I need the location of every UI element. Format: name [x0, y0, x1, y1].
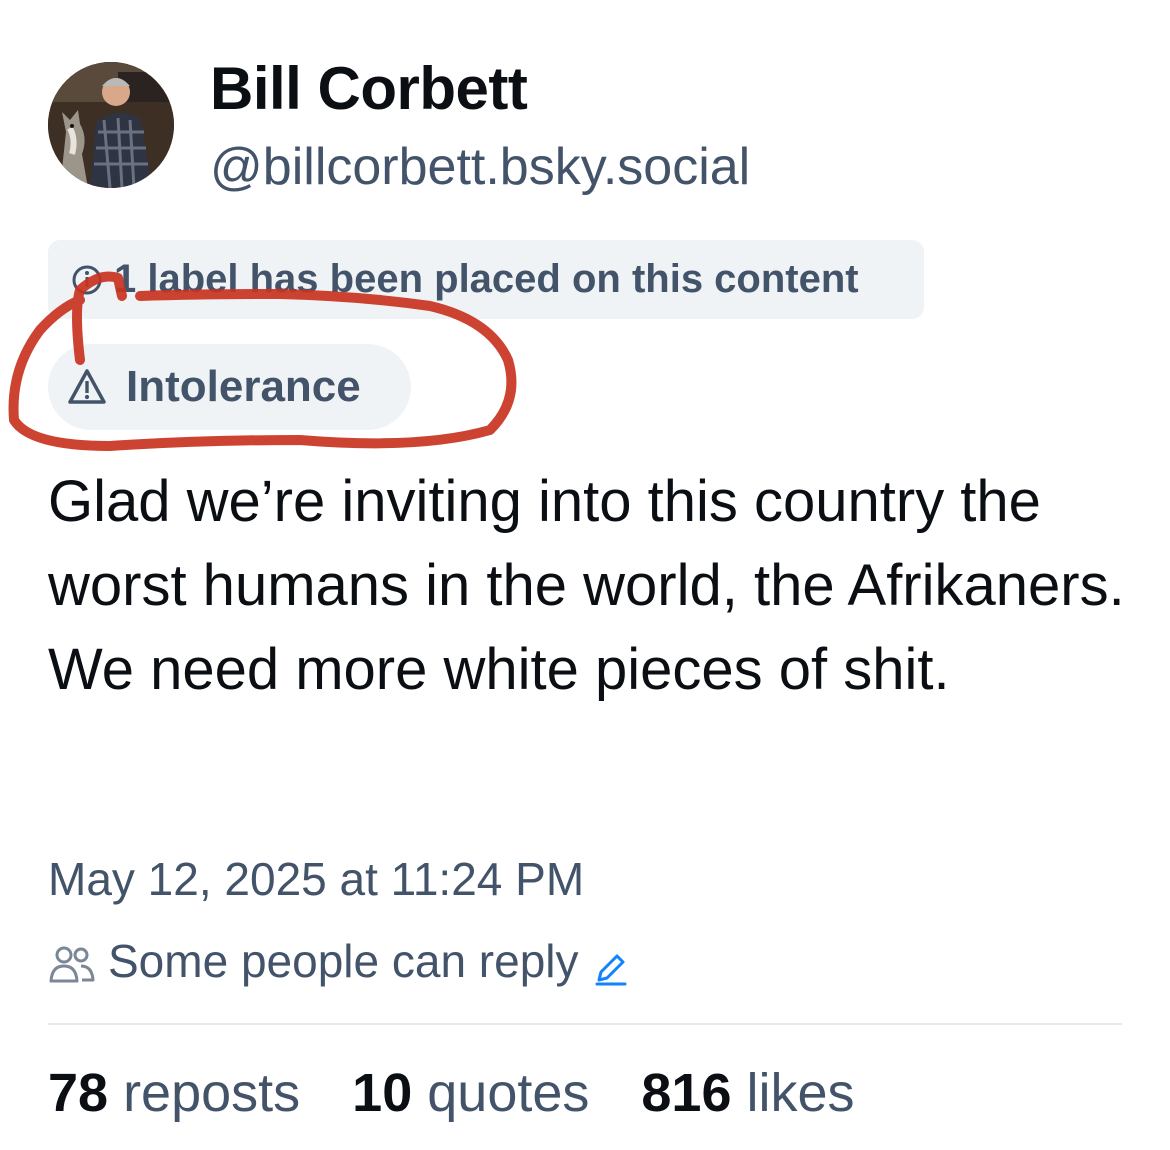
reposts-stat[interactable]: 78 reposts: [48, 1062, 300, 1124]
avatar-photo: [48, 62, 174, 188]
post-timestamp: May 12, 2025 at 11:24 PM: [48, 853, 585, 905]
label-notice-button[interactable]: 1 label has been placed on this content: [48, 240, 924, 319]
info-icon: [70, 263, 104, 297]
quotes-label: quotes: [427, 1063, 590, 1123]
quotes-stat[interactable]: 10 quotes: [352, 1062, 589, 1124]
author-display-name[interactable]: Bill Corbett: [210, 54, 528, 124]
likes-count: 816: [641, 1063, 747, 1123]
quotes-count: 10: [352, 1063, 428, 1123]
reposts-count: 78: [48, 1063, 124, 1123]
label-chip-intolerance[interactable]: Intolerance: [48, 344, 411, 430]
label-notice-text: 1 label has been placed on this content: [114, 257, 859, 301]
engagement-stats: 78 reposts 10 quotes 816 likes: [48, 1062, 907, 1124]
reposts-label: reposts: [123, 1063, 301, 1123]
likes-label: likes: [746, 1063, 855, 1123]
warning-triangle-icon: [66, 366, 108, 408]
post-text: Glad we’re inviting into this country th…: [48, 469, 1125, 702]
author-handle[interactable]: @billcorbett.bsky.social: [210, 135, 750, 199]
author-avatar[interactable]: [48, 62, 174, 188]
reply-setting-button[interactable]: Some people can reply: [48, 932, 629, 990]
people-icon: [48, 941, 96, 983]
pencil-icon[interactable]: [593, 943, 629, 986]
likes-stat[interactable]: 816 likes: [641, 1062, 854, 1124]
divider: [48, 1023, 1122, 1025]
label-chip-text: Intolerance: [126, 362, 361, 411]
reply-setting-text: Some people can reply: [108, 935, 579, 987]
